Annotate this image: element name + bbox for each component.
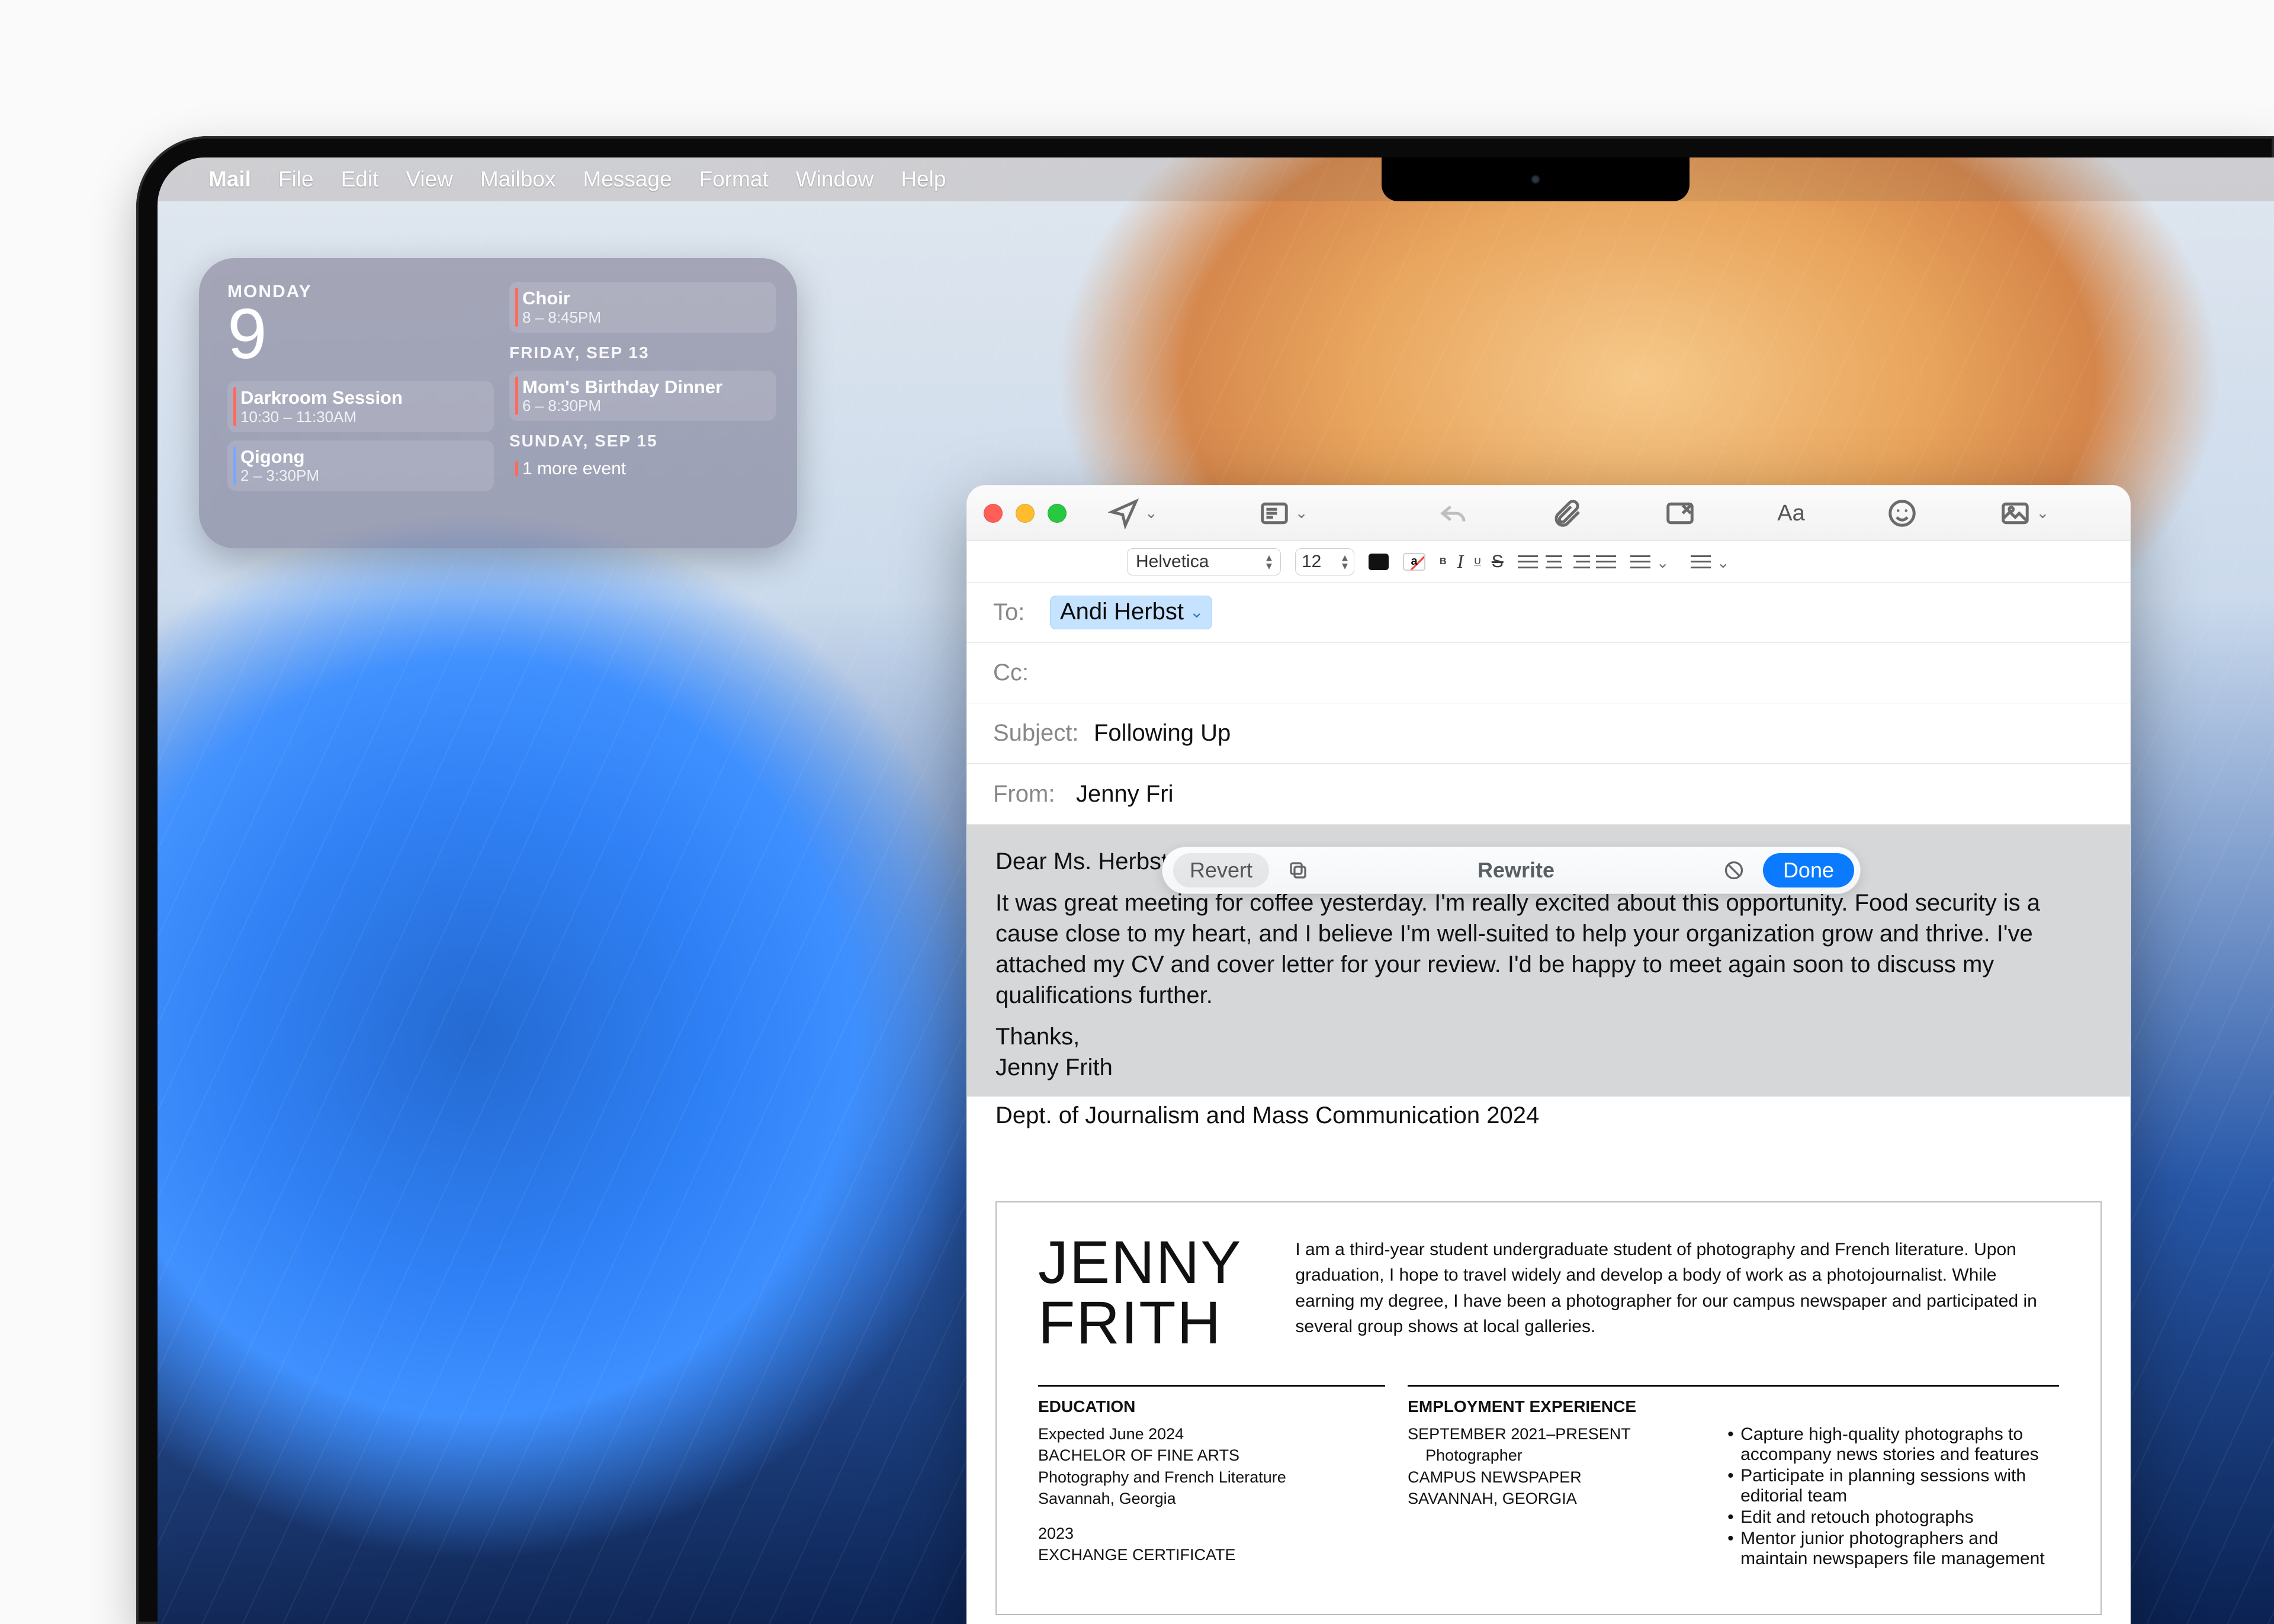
header-fields-button[interactable]: ⌄ — [1258, 497, 1308, 529]
calendar-widget[interactable]: MONDAY 9 Darkroom Session 10:30 – 11:30A… — [199, 258, 797, 548]
format-bar: Helvetica ▴▾ 12 ▴▾ B I U S — [967, 541, 2130, 583]
chevron-down-icon[interactable]: ⌄ — [1145, 504, 1158, 522]
event-moms-dinner[interactable]: Mom's Birthday Dinner 6 – 8:30PM — [509, 371, 776, 422]
zoom-button[interactable] — [1048, 504, 1067, 523]
employment-header: EMPLOYMENT EXPERIENCE — [1408, 1397, 2059, 1416]
revert-button[interactable]: Revert — [1173, 853, 1269, 887]
list-card-icon — [1258, 497, 1290, 529]
send-button[interactable]: ⌄ — [1108, 497, 1158, 529]
strike-button[interactable]: S — [1492, 552, 1504, 572]
align-group — [1518, 554, 1616, 570]
event-qigong[interactable]: Qigong 2 – 3:30PM — [227, 440, 494, 491]
chevron-down-icon[interactable]: ⌄ — [1295, 504, 1308, 522]
menu-format[interactable]: Format — [699, 167, 769, 192]
to-label: To: — [993, 599, 1050, 626]
format-text-button[interactable]: Aa — [1777, 502, 1804, 525]
italic-button[interactable]: I — [1457, 551, 1464, 573]
attachment-resume: JENNY FRITH I am a third-year student un… — [995, 1201, 2102, 1616]
mail-compose-window: ⌄ ⌄ — [966, 485, 2131, 1624]
font-size-select[interactable]: 12 ▴▾ — [1295, 548, 1354, 575]
cc-field[interactable]: Cc: — [967, 643, 2130, 703]
laptop-frame: Mail File Edit View Mailbox Message Form… — [136, 136, 2274, 1624]
menu-view[interactable]: View — [406, 167, 453, 192]
stepper-icon: ▴▾ — [1342, 554, 1348, 570]
cc-label: Cc: — [993, 660, 1050, 686]
window-controls — [984, 504, 1067, 523]
underline-button[interactable]: U — [1474, 557, 1481, 567]
message-body[interactable]: Dear Ms. Herbst, It was great meeting fo… — [967, 824, 2130, 1615]
menu-message[interactable]: Message — [583, 167, 672, 192]
employment-bullets: Capture high-quality photographs to acco… — [1725, 1423, 2059, 1570]
menu-file[interactable]: File — [278, 167, 314, 192]
widget-date-sep15: SUNDAY, SEP 15 — [509, 432, 776, 451]
menu-app[interactable]: Mail — [208, 167, 251, 192]
align-justify-button[interactable] — [1596, 554, 1616, 570]
education-header: EDUCATION — [1038, 1397, 1385, 1416]
reply-icon[interactable] — [1437, 497, 1469, 529]
close-button[interactable] — [984, 504, 1003, 523]
from-field[interactable]: From: Jenny Fri — [967, 764, 2130, 824]
education-block-2: 2023 EXCHANGE CERTIFICATE — [1038, 1523, 1385, 1566]
font-select[interactable]: Helvetica ▴▾ — [1127, 548, 1281, 575]
body-after-selection: Dept. of Journalism and Mass Communicati… — [967, 1096, 2130, 1143]
minimize-button[interactable] — [1016, 504, 1035, 523]
subject-value: Following Up — [1094, 720, 1231, 747]
employment-left: SEPTEMBER 2021–PRESENT Photographer CAMP… — [1408, 1423, 1707, 1557]
menu-window[interactable]: Window — [796, 167, 874, 192]
menu-help[interactable]: Help — [901, 167, 946, 192]
resume-intro: I am a third-year student undergraduate … — [1295, 1232, 2059, 1353]
to-field[interactable]: To: Andi Herbst ⌄ — [967, 583, 2130, 643]
text-color-swatch[interactable] — [1369, 554, 1389, 570]
from-label: From: — [993, 781, 1076, 808]
menu-bar: Mail File Edit View Mailbox Message Form… — [158, 157, 2274, 201]
resume-name: JENNY FRITH — [1038, 1232, 1242, 1353]
menu-mailbox[interactable]: Mailbox — [480, 167, 556, 192]
education-block-1: Expected June 2024 BACHELOR OF FINE ARTS… — [1038, 1423, 1385, 1510]
recipient-chip[interactable]: Andi Herbst ⌄ — [1050, 596, 1212, 629]
widget-dayname: MONDAY — [227, 282, 494, 302]
chevron-down-icon[interactable]: ⌄ — [1717, 554, 1737, 570]
stepper-icon: ▴▾ — [1266, 554, 1272, 570]
widget-daynum: 9 — [227, 298, 494, 369]
attach-icon[interactable] — [1551, 497, 1583, 529]
done-button[interactable]: Done — [1763, 853, 1854, 887]
camera-notch — [1382, 157, 1690, 201]
from-value: Jenny Fri — [1076, 781, 1174, 808]
bullet-list-button[interactable] — [1630, 554, 1650, 570]
align-left-button[interactable] — [1518, 554, 1538, 570]
widget-date-sep13: FRIDAY, SEP 13 — [509, 343, 776, 362]
writing-tools-popover: Revert Rewrite Done — [1162, 847, 1861, 894]
event-darkroom[interactable]: Darkroom Session 10:30 – 11:30AM — [227, 381, 494, 432]
chevron-down-icon: ⌄ — [1190, 602, 1203, 622]
widget-more-events[interactable]: 1 more event — [509, 459, 776, 479]
chevron-down-icon[interactable]: ⌄ — [2036, 504, 2049, 522]
window-toolbar: ⌄ ⌄ — [967, 485, 2130, 541]
markup-icon[interactable] — [1664, 497, 1696, 529]
cancel-icon[interactable] — [1717, 853, 1751, 887]
subject-field[interactable]: Subject: Following Up — [967, 703, 2130, 764]
menu-edit[interactable]: Edit — [341, 167, 379, 192]
text-style-group: B I U S — [1440, 551, 1504, 573]
bg-color-swatch[interactable] — [1403, 553, 1425, 571]
paper-plane-icon — [1108, 497, 1140, 529]
photo-browser-icon[interactable] — [1999, 497, 2031, 529]
rewrite-label: Rewrite — [1327, 853, 1705, 887]
subject-label: Subject: — [993, 720, 1094, 747]
list-group: ⌄ — [1630, 554, 1676, 570]
copy-icon[interactable] — [1281, 853, 1315, 887]
chevron-down-icon[interactable]: ⌄ — [1656, 554, 1676, 570]
align-center-button[interactable] — [1544, 554, 1564, 570]
desktop-screen: Mail File Edit View Mailbox Message Form… — [158, 157, 2274, 1624]
event-choir[interactable]: Choir 8 – 8:45PM — [509, 282, 776, 333]
bold-button[interactable]: B — [1440, 557, 1447, 567]
indent-group: ⌄ — [1691, 554, 1737, 570]
emoji-icon[interactable] — [1886, 497, 1918, 529]
indent-button[interactable] — [1691, 554, 1711, 570]
align-right-button[interactable] — [1570, 554, 1590, 570]
